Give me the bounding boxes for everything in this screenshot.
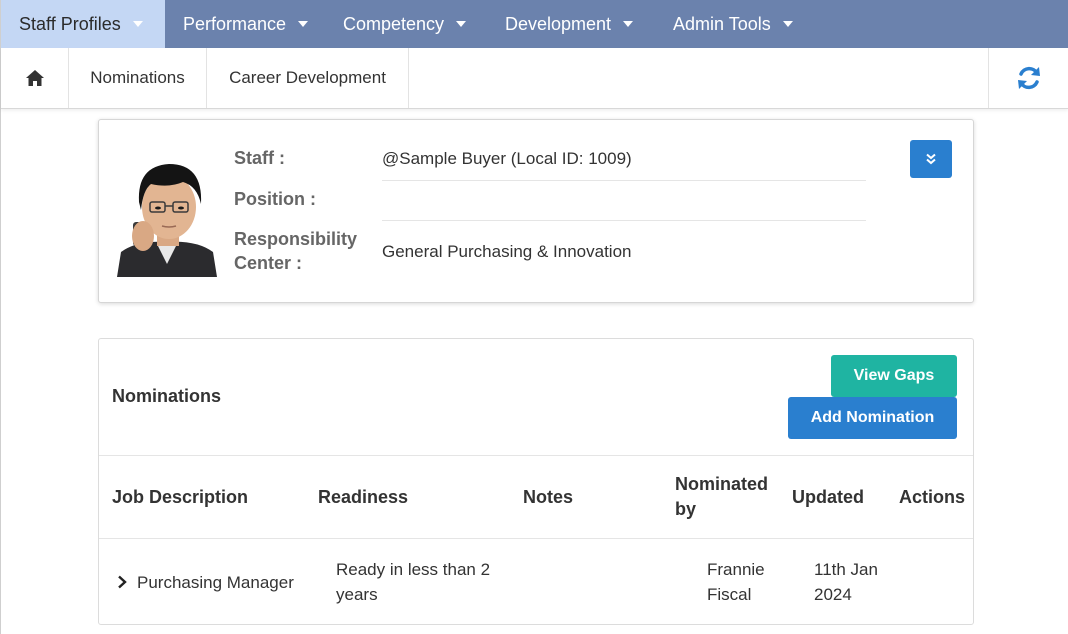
cell-line: Frannie [707, 560, 765, 579]
caret-down-icon [782, 21, 793, 27]
nominations-title: Nominations [112, 386, 222, 406]
sub-nav: Nominations Career Development [1, 48, 1068, 109]
caret-down-icon [298, 21, 309, 27]
expand-profile-button[interactable] [910, 140, 952, 178]
cell-line: 11th Jan [814, 560, 878, 579]
home-icon [25, 70, 44, 86]
header-line: by [675, 499, 697, 519]
tab-nominations[interactable]: Nominations [69, 48, 207, 108]
cell-line: years [336, 585, 378, 604]
caret-down-icon [623, 21, 634, 27]
double-chevron-down-icon [926, 153, 936, 165]
cell-line: 2024 [814, 585, 852, 604]
column-header-updated[interactable]: Updated [792, 485, 864, 510]
position-label: Position : [234, 189, 316, 209]
staff-avatar [117, 152, 217, 277]
divider [99, 538, 973, 539]
divider [382, 220, 866, 221]
staff-value: @Sample Buyer (Local ID: 1009) [382, 149, 632, 168]
top-nav: Staff Profiles Performance Competency De… [1, 0, 1068, 48]
nominations-header: Nominations View Gaps Add Nomination [99, 339, 973, 456]
menu-performance[interactable]: Performance [165, 0, 325, 48]
menu-development[interactable]: Development [487, 0, 655, 48]
column-header-job-description[interactable]: Job Description [112, 485, 248, 510]
column-header-readiness[interactable]: Readiness [318, 485, 408, 510]
cell-line: Fiscal [707, 585, 752, 604]
header-line: Nominated [675, 474, 769, 494]
menu-label: Competency [343, 13, 445, 34]
responsibility-center-label: Responsibility Center : [234, 227, 357, 275]
refresh-button[interactable] [988, 48, 1068, 108]
responsibility-center-value: General Purchasing & Innovation [382, 242, 632, 261]
divider [382, 180, 866, 181]
tab-label: Nominations [90, 68, 185, 87]
menu-admin-tools[interactable]: Admin Tools [655, 0, 811, 48]
menu-label: Development [505, 13, 612, 34]
add-nomination-button[interactable]: Add Nomination [788, 397, 957, 439]
caret-down-icon [132, 21, 143, 27]
column-header-actions: Actions [899, 487, 966, 507]
chevron-right-icon[interactable] [117, 575, 127, 589]
view-gaps-button[interactable]: View Gaps [831, 355, 957, 397]
column-header-notes[interactable]: Notes [523, 485, 573, 510]
caret-down-icon [456, 21, 467, 27]
cell-line: Ready in less than 2 [336, 560, 491, 579]
tab-label: Career Development [229, 68, 386, 87]
cell-readiness: Ready in less than 2 years [336, 557, 490, 607]
menu-label: Admin Tools [673, 13, 771, 34]
menu-label: Performance [183, 13, 287, 34]
staff-profile-card: Staff : @Sample Buyer (Local ID: 1009) P… [98, 119, 974, 303]
cell-updated: 11th Jan 2024 [814, 557, 878, 607]
staff-label: Staff : [234, 148, 285, 168]
label-line: Responsibility [234, 229, 358, 249]
tab-career-development[interactable]: Career Development [207, 48, 409, 108]
label-line: Center : [234, 253, 303, 273]
column-header-nominated-by[interactable]: Nominated by [675, 472, 768, 522]
refresh-icon [1017, 66, 1040, 90]
nominations-panel: Nominations View Gaps Add Nomination Job… [98, 338, 974, 625]
menu-label: Staff Profiles [19, 13, 121, 34]
menu-staff-profiles[interactable]: Staff Profiles [1, 0, 165, 48]
home-button[interactable] [1, 48, 69, 108]
menu-competency[interactable]: Competency [325, 0, 487, 48]
cell-job-description: Purchasing Manager [137, 573, 294, 592]
cell-nominated-by: Frannie Fiscal [707, 557, 765, 607]
